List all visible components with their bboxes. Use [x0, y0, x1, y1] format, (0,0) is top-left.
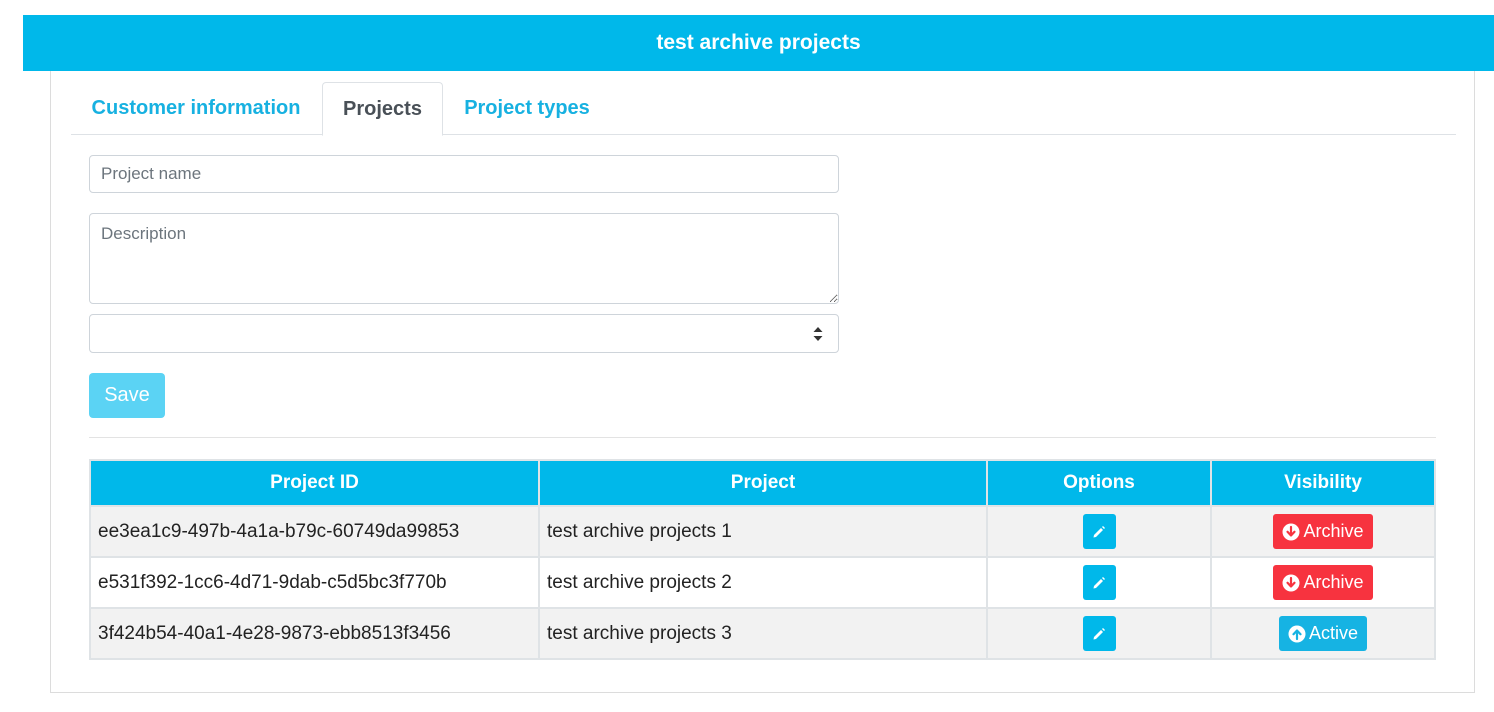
visibility-label: Archive: [1303, 572, 1364, 592]
pencil-icon: [1093, 576, 1105, 588]
project-id-cell: e531f392-1cc6-4d71-9dab-c5d5bc3f770b: [89, 556, 540, 609]
description-textarea[interactable]: [89, 213, 839, 304]
tab-bar: Customer information Projects Project ty…: [71, 82, 1456, 136]
arrow-down-circle-icon: [1282, 523, 1300, 541]
project-name-input[interactable]: [89, 155, 839, 193]
pencil-icon: [1093, 627, 1105, 639]
project-name-cell: test archive projects 3: [538, 607, 988, 660]
visibility-label: Archive: [1303, 521, 1364, 541]
visibility-cell: Active: [1210, 607, 1436, 660]
project-name-cell: test archive projects 1: [538, 505, 988, 558]
edit-button[interactable]: [1082, 514, 1116, 549]
projects-table: Project ID Project Options Visibility ee…: [89, 459, 1436, 660]
tab-label: Customer information: [91, 97, 301, 119]
table-row: e531f392-1cc6-4d71-9dab-c5d5bc3f770b tes…: [89, 556, 1436, 609]
options-cell: [986, 556, 1212, 609]
visibility-cell: Archive: [1210, 556, 1436, 609]
edit-button[interactable]: [1082, 565, 1116, 600]
table-row: ee3ea1c9-497b-4a1a-b79c-60749da99853 tes…: [89, 505, 1436, 558]
visibility-cell: Archive: [1210, 505, 1436, 558]
active-button[interactable]: Active: [1278, 616, 1368, 651]
column-header-project: Project: [538, 459, 988, 507]
project-id-cell: ee3ea1c9-497b-4a1a-b79c-60749da99853: [89, 505, 540, 558]
options-cell: [986, 505, 1212, 558]
tab-project-types[interactable]: Project types: [443, 82, 611, 135]
options-cell: [986, 607, 1212, 660]
content-card: Customer information Projects Project ty…: [50, 71, 1475, 693]
project-type-select[interactable]: [89, 314, 839, 353]
tab-customer-information[interactable]: Customer information: [71, 82, 321, 135]
arrow-up-circle-icon: [1288, 625, 1306, 643]
project-id-cell: 3f424b54-40a1-4e28-9873-ebb8513f3456: [89, 607, 540, 660]
tab-projects[interactable]: Projects: [322, 82, 443, 136]
visibility-label: Active: [1308, 623, 1359, 643]
tab-label: Projects: [343, 97, 422, 120]
archive-button[interactable]: Archive: [1273, 565, 1373, 600]
table-header-row: Project ID Project Options Visibility: [89, 459, 1436, 507]
page-title: test archive projects: [656, 31, 861, 54]
page-header: test archive projects: [23, 15, 1494, 71]
archive-button[interactable]: Archive: [1273, 514, 1373, 549]
pencil-icon: [1093, 525, 1105, 537]
arrow-down-circle-icon: [1282, 574, 1300, 592]
edit-button[interactable]: [1082, 616, 1116, 651]
column-header-options: Options: [986, 459, 1212, 507]
tab-label: Project types: [464, 97, 590, 119]
column-header-visibility: Visibility: [1210, 459, 1436, 507]
column-header-project-id: Project ID: [89, 459, 540, 507]
project-name-cell: test archive projects 2: [538, 556, 988, 609]
section-divider: [89, 437, 1436, 438]
save-button[interactable]: Save: [89, 373, 165, 418]
select-arrows-icon: [813, 327, 823, 341]
table-row: 3f424b54-40a1-4e28-9873-ebb8513f3456 tes…: [89, 607, 1436, 660]
